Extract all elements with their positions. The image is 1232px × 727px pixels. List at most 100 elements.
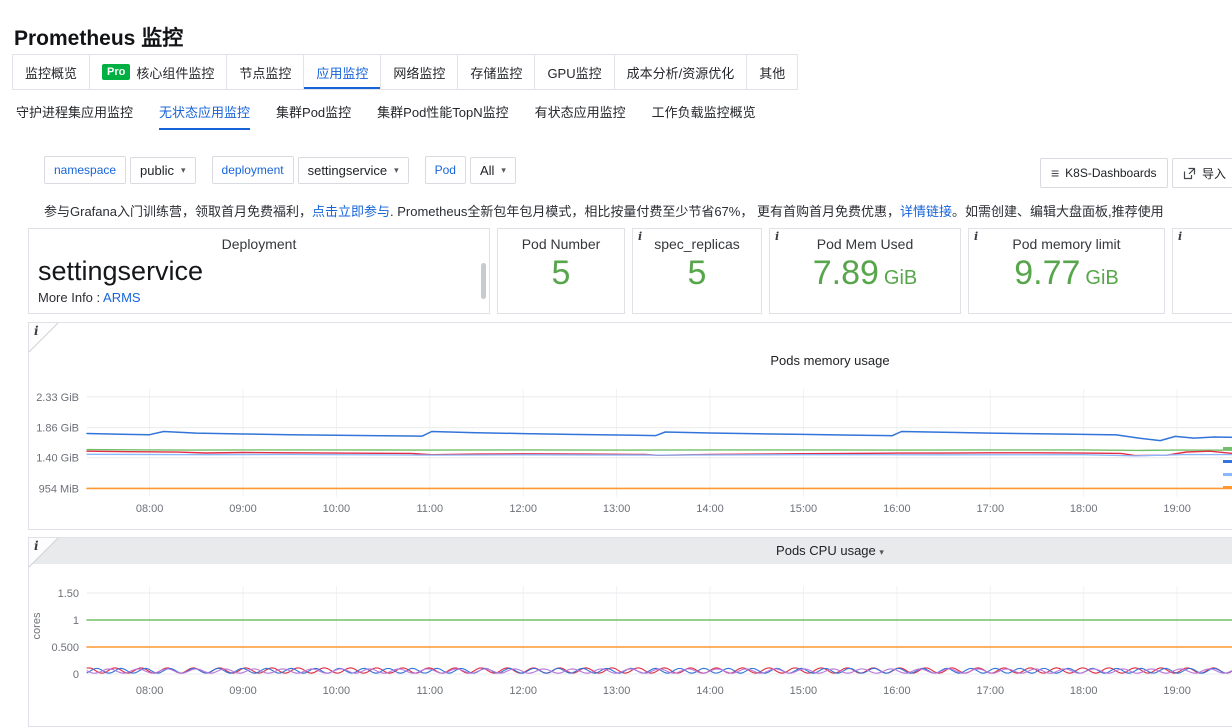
x-axis-tick-label: 17:00 xyxy=(977,503,1005,515)
join-training-link[interactable]: 点击立即参与 xyxy=(312,204,390,219)
info-icon[interactable]: i xyxy=(34,324,39,338)
namespace-filter-label: namespace xyxy=(44,156,126,184)
pod-number-stat-value: 5 xyxy=(498,254,624,293)
chevron-down-icon: ▾ xyxy=(501,166,506,175)
tab-cluster-pod-topn[interactable]: 集群Pod性能TopN监控 xyxy=(377,96,508,130)
y-axis-tick-label: 1.40 GiB xyxy=(36,453,79,465)
secondary-tab-bar: 守护进程集应用监控 无状态应用监控 集群Pod监控 集群Pod性能TopN监控 … xyxy=(16,96,756,130)
tab-gpu-monitoring[interactable]: GPU监控 xyxy=(534,54,614,90)
pod-filter-label: Pod xyxy=(425,156,466,184)
banner-text: 。如需创建、编辑大盘面板,推荐使用 xyxy=(952,204,1164,219)
x-axis-tick-label: 19:00 xyxy=(1163,685,1191,697)
stat-title: Deployment xyxy=(29,236,489,252)
x-axis-tick-label: 13:00 xyxy=(603,685,631,697)
import-export-icon xyxy=(1183,167,1196,180)
x-axis-tick-label: 15:00 xyxy=(790,503,818,515)
menu-icon: ≡ xyxy=(1051,165,1059,181)
tab-cluster-pod[interactable]: 集群Pod监控 xyxy=(276,96,351,130)
chevron-down-icon: ▾ xyxy=(879,547,884,557)
x-axis-tick-label: 10:00 xyxy=(323,503,351,515)
legend-item-dash xyxy=(1223,473,1232,476)
primary-tab-bar: 监控概览 Pro 核心组件监控 节点监控 应用监控 网络监控 存储监控 GPU监… xyxy=(12,54,798,90)
y-axis-tick-label: 1 xyxy=(73,615,79,627)
arms-link[interactable]: ARMS xyxy=(103,290,141,305)
x-axis-tick-label: 16:00 xyxy=(883,503,911,515)
y-axis-tick-label: 954 MiB xyxy=(39,483,79,495)
import-button[interactable]: 导入 xyxy=(1172,158,1232,188)
series-line-green xyxy=(87,450,1232,451)
pod-filter: Pod All ▾ xyxy=(425,156,516,184)
k8s-dashboards-label: K8S-Dashboards xyxy=(1065,166,1156,180)
pod-mem-used-stat-value: 7.89GiB xyxy=(770,254,960,293)
import-button-label: 导入 xyxy=(1202,165,1226,182)
memory-chart-title[interactable]: Pods memory usage xyxy=(29,353,1232,368)
x-axis-tick-label: 17:00 xyxy=(977,685,1005,697)
legend-item-dash xyxy=(1223,460,1232,463)
y-axis-tick-label: 1.86 GiB xyxy=(36,423,79,435)
cpu-usage-chart[interactable]: 08:0009:0010:0011:0012:0013:0014:0015:00… xyxy=(29,538,1232,727)
page: { "page": { "title": "Prometheus 监控" }, … xyxy=(0,0,1232,720)
deployment-filter: deployment settingservice ▾ xyxy=(212,156,409,184)
cpu-chart-title-text: Pods CPU usage xyxy=(776,543,876,558)
stat-panels-row: Deployment settingservice More Info : AR… xyxy=(28,228,1232,314)
page-title: Prometheus 监控 xyxy=(14,22,183,52)
tab-overview[interactable]: 监控概览 xyxy=(12,54,90,90)
x-axis-tick-label: 13:00 xyxy=(603,503,631,515)
panel-scrollbar[interactable] xyxy=(481,263,486,299)
deployment-filter-label: deployment xyxy=(212,156,294,184)
tab-cost-analysis[interactable]: 成本分析/资源优化 xyxy=(614,54,748,90)
pods-memory-usage-panel: i Pods memory usage 08:0009:0010:0011:00… xyxy=(28,322,1232,530)
info-icon[interactable]: i xyxy=(775,230,779,243)
tab-other[interactable]: 其他 xyxy=(746,54,798,90)
deployment-selected-value: settingservice xyxy=(308,163,387,178)
stat-title: Pod Number xyxy=(498,236,624,252)
y-axis-tick-label: 0 xyxy=(73,669,79,681)
tab-node-monitoring[interactable]: 节点监控 xyxy=(226,54,304,90)
variable-filter-row: namespace public ▾ deployment settingser… xyxy=(44,156,532,184)
y-axis-tick-label: 1.50 xyxy=(58,588,79,600)
x-axis-tick-label: 19:00 xyxy=(1163,503,1191,515)
details-link[interactable]: 详情链接 xyxy=(900,204,952,219)
promo-banner: 参与Grafana入门训练营，领取首月免费福利，点击立即参与. Promethe… xyxy=(44,201,1232,220)
tab-core-components[interactable]: Pro 核心组件监控 xyxy=(89,54,227,90)
tab-workload-overview[interactable]: 工作负载监控概览 xyxy=(652,96,756,130)
x-axis-tick-label: 14:00 xyxy=(696,685,724,697)
pod-memory-limit-stat-panel: i Pod memory limit 9.77GiB xyxy=(968,228,1165,314)
stat-value-unit: GiB xyxy=(1085,267,1118,289)
info-icon[interactable]: i xyxy=(974,230,978,243)
series-line-light-blue xyxy=(87,454,1232,456)
banner-text: . Prometheus全新包年包月模式，相比按量付费至少节省67%， 更有首购… xyxy=(390,204,900,219)
cpu-chart-title[interactable]: Pods CPU usage ▾ xyxy=(29,543,1232,558)
pro-badge: Pro xyxy=(102,64,130,80)
stat-value-number: 7.89 xyxy=(813,254,879,292)
tab-storage-monitoring[interactable]: 存储监控 xyxy=(457,54,535,90)
info-icon[interactable]: i xyxy=(1178,230,1182,243)
x-axis-tick-label: 14:00 xyxy=(696,503,724,515)
deployment-stat-value: settingservice xyxy=(29,256,489,287)
tab-daemonset-apps[interactable]: 守护进程集应用监控 xyxy=(16,96,133,130)
pod-mem-used-stat-panel: i Pod Mem Used 7.89GiB xyxy=(769,228,961,314)
tab-network-monitoring[interactable]: 网络监控 xyxy=(380,54,458,90)
tab-application-monitoring[interactable]: 应用监控 xyxy=(303,54,381,90)
x-axis-tick-label: 15:00 xyxy=(790,685,818,697)
x-axis-tick-label: 16:00 xyxy=(883,685,911,697)
tab-stateful-apps[interactable]: 有状态应用监控 xyxy=(535,96,626,130)
info-icon[interactable]: i xyxy=(638,230,642,243)
pod-select[interactable]: All ▾ xyxy=(470,157,516,184)
x-axis-tick-label: 09:00 xyxy=(229,685,257,697)
tab-stateless-apps[interactable]: 无状态应用监控 xyxy=(159,96,250,130)
spec-replicas-stat-panel: i spec_replicas 5 xyxy=(632,228,762,314)
chevron-down-icon: ▾ xyxy=(181,166,186,175)
deployment-select[interactable]: settingservice ▾ xyxy=(298,157,409,184)
x-axis-tick-label: 18:00 xyxy=(1070,685,1098,697)
tab-label: 核心组件监控 xyxy=(136,63,214,82)
legend-item-dash xyxy=(1223,486,1232,489)
x-axis-tick-label: 08:00 xyxy=(136,503,164,515)
stat-title: Pod memory limit xyxy=(969,236,1164,252)
namespace-select[interactable]: public ▾ xyxy=(130,157,196,184)
stat-title: Pod Mem Used xyxy=(770,236,960,252)
pod-selected-value: All xyxy=(480,163,494,178)
y-axis-tick-label: 2.33 GiB xyxy=(36,392,79,404)
k8s-dashboards-button[interactable]: ≡ K8S-Dashboards xyxy=(1040,158,1168,188)
namespace-filter: namespace public ▾ xyxy=(44,156,196,184)
